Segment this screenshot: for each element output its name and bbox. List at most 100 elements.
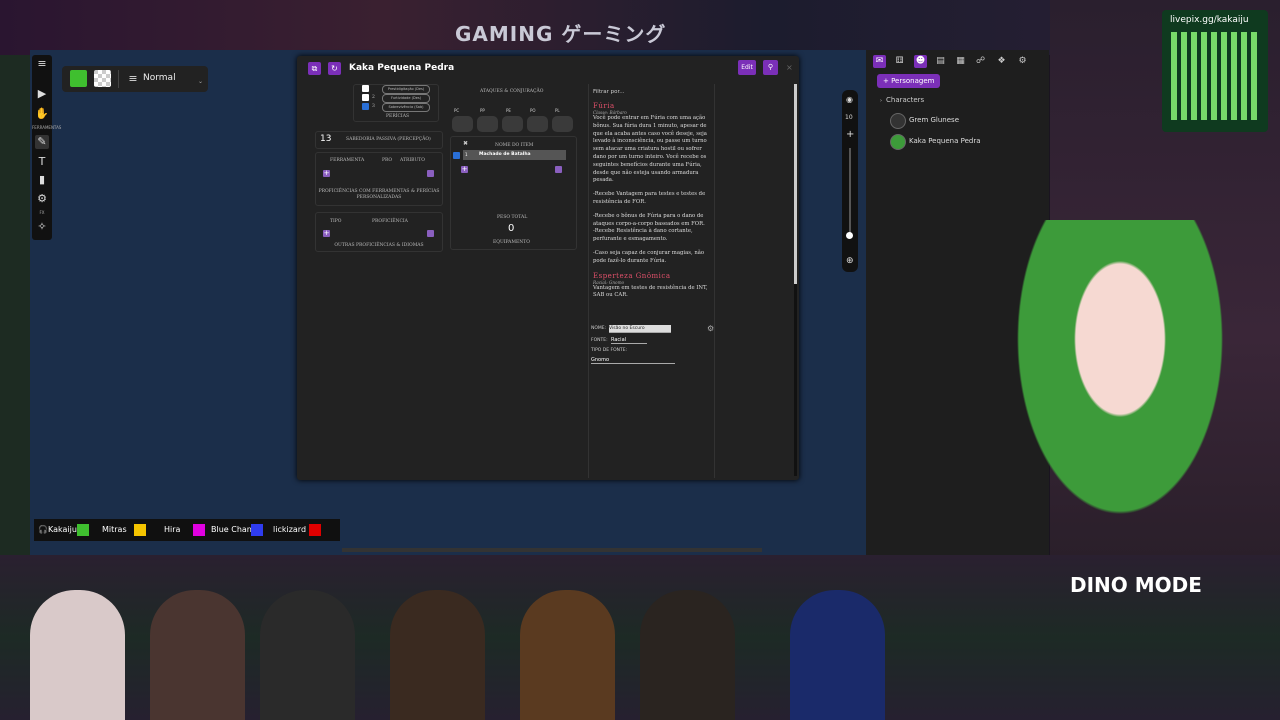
fx-label: FX: [39, 210, 45, 215]
tool-proficiencies-panel: FERRAMENTA PRO ATRIBUTO + PROFICIÊNCIAS …: [315, 152, 443, 206]
add-character-label: + Personagem: [883, 77, 935, 85]
layer-icon: ≡: [128, 72, 138, 85]
player-name[interactable]: Hira: [164, 525, 180, 534]
gaming-sign: GAMING ゲーミング: [455, 22, 667, 46]
qr-label: livepix.gg/kakaiju: [1170, 15, 1249, 25]
player-name[interactable]: Mitras: [102, 525, 127, 534]
text-icon[interactable]: T: [35, 155, 49, 169]
skill-pill[interactable]: Furtividade (Des): [382, 94, 430, 103]
search-button[interactable]: ⚲: [763, 60, 778, 75]
layer-bar: ≡ Normal ⌄: [62, 66, 208, 92]
coin-input[interactable]: [452, 116, 473, 132]
sheet-scrollbar[interactable]: [794, 84, 797, 476]
skills-title: PERÍCIAS: [386, 114, 410, 119]
feature-bullet: -Recebe Resistência à dano cortante, per…: [593, 228, 693, 243]
compendium-icon[interactable]: ❖: [995, 55, 1008, 68]
name-field[interactable]: Visão no Escuro: [609, 325, 671, 333]
characters-folder[interactable]: › Characters: [880, 96, 924, 104]
dino-mode-text: DINO MODE: [1070, 573, 1202, 597]
character-row[interactable]: Kaka Pequena Pedra: [890, 133, 1040, 151]
coin-input[interactable]: [502, 116, 523, 132]
dice-icon[interactable]: ⚙: [35, 192, 49, 206]
equipment-footer: EQUIPAMENTO: [493, 240, 530, 245]
coin-input[interactable]: [527, 116, 548, 132]
skill-checkbox[interactable]: [362, 85, 369, 92]
coin-label: PC: [454, 108, 460, 113]
dice-icon[interactable]: ⚅: [893, 55, 906, 68]
items-icon[interactable]: ▦: [954, 55, 967, 68]
brush-icon[interactable]: ✎: [35, 135, 49, 149]
skill-pill[interactable]: Sobrevivência (Sab): [382, 103, 430, 112]
chibi-avatar: [790, 590, 885, 720]
zoom-thumb[interactable]: [846, 232, 853, 239]
passive-value: 13: [320, 134, 332, 144]
add-proficiency-button[interactable]: +: [323, 230, 330, 237]
source-field[interactable]: Racial: [611, 337, 647, 344]
menu-icon[interactable]: ≡: [35, 57, 49, 71]
target-icon[interactable]: ⊕: [846, 256, 854, 266]
actors-icon[interactable]: ☻: [914, 55, 927, 68]
cursor-icon[interactable]: ▶: [35, 87, 49, 101]
hand-icon[interactable]: ✋: [35, 107, 49, 121]
popout-icon[interactable]: ⧉: [308, 62, 321, 75]
zoom-track[interactable]: [849, 148, 851, 238]
coin-input[interactable]: [552, 116, 573, 132]
chibi-avatar: [640, 590, 735, 720]
col-proficiency: PROFICIÊNCIA: [372, 219, 408, 224]
edit-button[interactable]: Edit: [738, 60, 756, 75]
feature-bullet: -Caso seja capaz de conjurar magias, não…: [593, 249, 705, 264]
passive-perception: 13 SABEDORIA PASSIVA (PERCEPÇÃO): [315, 131, 443, 149]
equip-checkbox[interactable]: [453, 152, 460, 159]
journal-icon[interactable]: ▤: [934, 55, 947, 68]
character-row[interactable]: Grem Glunese: [890, 112, 1040, 130]
zoom-in-icon[interactable]: +: [846, 129, 854, 140]
avatar: [890, 134, 906, 150]
trash-icon[interactable]: [427, 170, 434, 177]
source-label: FONTE:: [591, 338, 608, 343]
item-name: Machado de Batalha: [479, 152, 531, 157]
trash-icon[interactable]: [555, 166, 562, 173]
type-label: TIPO DE FONTE:: [591, 348, 628, 353]
stream-background-left: [0, 55, 30, 555]
character-name: Kaka Pequena Pedra: [909, 137, 981, 145]
item-row[interactable]: 1 Machado de Batalha: [463, 150, 566, 160]
primary-color-swatch[interactable]: [70, 70, 87, 87]
add-tool-button[interactable]: +: [323, 170, 330, 177]
other-proficiencies-panel: TIPO PROFICIÊNCIA + OUTRAS PROFICIÊNCIAS…: [315, 212, 443, 252]
skill-pill[interactable]: Prestidigitação (Des): [382, 85, 430, 94]
settings-icon[interactable]: ⚙: [1016, 55, 1029, 68]
tables-icon[interactable]: ☍: [974, 55, 987, 68]
eye-icon[interactable]: ◉: [846, 95, 853, 104]
add-item-button[interactable]: +: [461, 166, 468, 173]
close-button[interactable]: ×: [786, 63, 793, 72]
gear-icon[interactable]: ⚙: [707, 324, 714, 333]
feature-bullet: -Recebe Vantagem para testes e testes de…: [593, 191, 706, 205]
weight-label: PESO TOTAL: [497, 215, 528, 220]
trash-icon[interactable]: [427, 230, 434, 237]
sheet-header[interactable]: ⧉ ↻ Kaka Pequena Pedra Edit ⚲ ×: [297, 56, 799, 84]
add-character-button[interactable]: + Personagem: [877, 74, 940, 88]
layer-name[interactable]: Normal: [143, 73, 176, 83]
refresh-icon[interactable]: ↻: [328, 62, 341, 75]
coin-label: PO: [530, 108, 536, 113]
secondary-color-swatch[interactable]: [94, 70, 111, 87]
skill-checkbox[interactable]: [362, 94, 369, 101]
rect-icon[interactable]: ▮: [35, 173, 49, 187]
wand-icon[interactable]: ✧: [35, 220, 49, 234]
type-field[interactable]: Gnomo: [591, 357, 675, 364]
skill-checkbox[interactable]: [362, 103, 369, 110]
player-name[interactable]: lickizard: [273, 525, 306, 534]
player-name[interactable]: Kakaiju: [48, 525, 77, 534]
chibi-avatars: [0, 590, 980, 720]
player-name[interactable]: Blue Chan: [211, 525, 252, 534]
chevron-down-icon[interactable]: ⌄: [198, 78, 203, 85]
horizontal-scrollbar[interactable]: [342, 548, 762, 552]
chat-icon[interactable]: ✉: [873, 55, 886, 68]
attacks-title: ATAQUES & CONJURAÇÃO: [480, 89, 544, 94]
scrollbar-thumb[interactable]: [794, 84, 797, 284]
coin-input[interactable]: [477, 116, 498, 132]
col-tool: FERRAMENTA: [330, 158, 365, 163]
filter-input[interactable]: Filtrar por...: [593, 89, 624, 95]
donation-qr-card: livepix.gg/kakaiju: [1162, 10, 1268, 132]
sheet-title: Kaka Pequena Pedra: [349, 63, 455, 73]
